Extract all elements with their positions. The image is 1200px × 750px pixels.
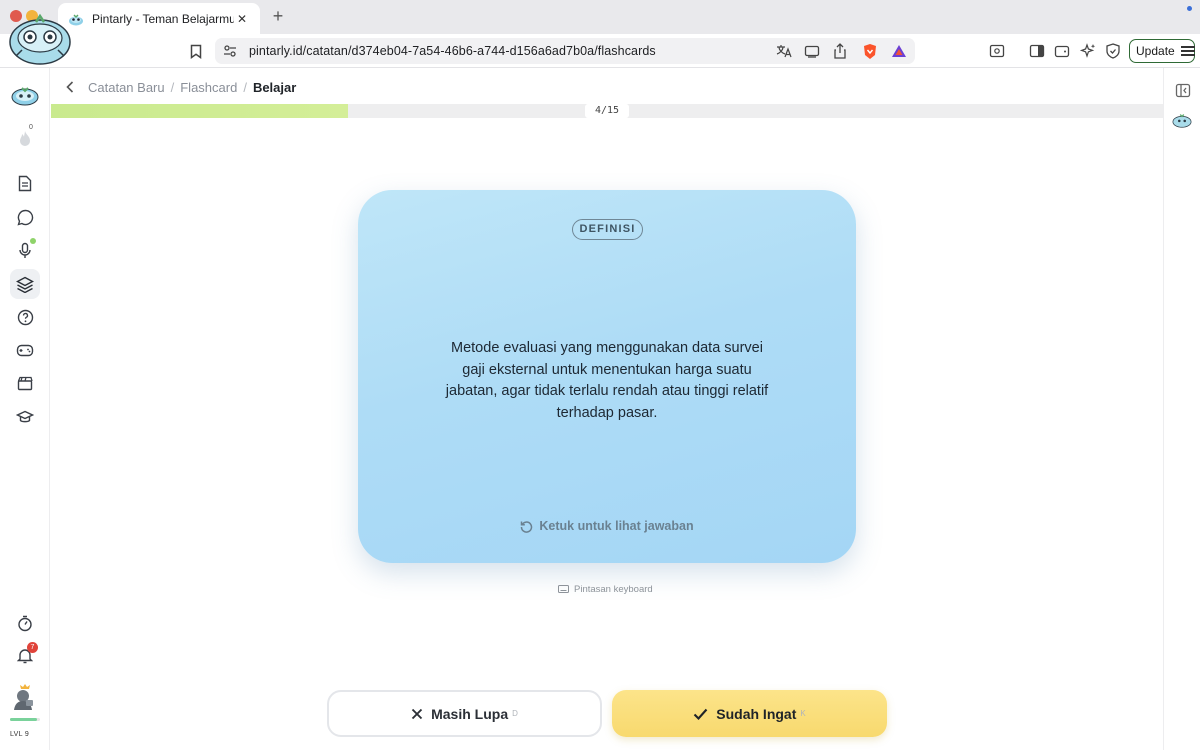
breadcrumb-separator: / bbox=[243, 79, 247, 95]
breadcrumb: Catatan Baru / Flashcard / Belajar bbox=[60, 76, 296, 98]
already-remember-label: Sudah Ingat bbox=[716, 705, 797, 722]
share-icon[interactable] bbox=[830, 41, 850, 61]
already-remember-shortcut: K bbox=[800, 709, 806, 718]
level-progress-fill bbox=[10, 718, 37, 721]
sidebar-item-quiz[interactable] bbox=[10, 302, 40, 332]
update-label: Update bbox=[1136, 44, 1175, 58]
collapse-panel-icon[interactable] bbox=[1173, 80, 1193, 100]
brave-rewards-icon[interactable] bbox=[889, 41, 909, 61]
study-progress-fill bbox=[51, 104, 348, 118]
sidebar-item-recorder[interactable] bbox=[10, 236, 40, 266]
keyboard-shortcuts-link[interactable]: Pintasan keyboard bbox=[558, 582, 653, 596]
breadcrumb-item-flashcard[interactable]: Flashcard bbox=[180, 80, 237, 95]
translate-icon[interactable] bbox=[774, 41, 794, 61]
keyboard-shortcuts-label: Pintasan keyboard bbox=[574, 583, 653, 595]
sidebar-toggle-icon[interactable] bbox=[1027, 41, 1047, 61]
update-button[interactable]: Update bbox=[1129, 39, 1195, 63]
still-forgot-button[interactable]: Masih Lupa D bbox=[327, 690, 602, 737]
game-controller-icon bbox=[16, 344, 34, 356]
study-progress-label: 4/15 bbox=[585, 104, 629, 118]
rotate-icon bbox=[521, 520, 533, 533]
right-panel bbox=[1163, 68, 1200, 750]
bookmark-icon[interactable] bbox=[186, 41, 206, 61]
sidebar-item-notes[interactable] bbox=[10, 168, 40, 198]
chat-icon bbox=[16, 209, 33, 226]
back-chevron-icon[interactable] bbox=[60, 81, 80, 93]
sidebar-profile-avatar[interactable] bbox=[10, 682, 40, 712]
assistant-mascot-icon[interactable] bbox=[1172, 110, 1192, 130]
flashcard[interactable]: DEFINISI Metode evaluasi yang menggunaka… bbox=[358, 190, 856, 563]
notes-icon bbox=[18, 175, 32, 191]
menu-icon[interactable] bbox=[1180, 46, 1195, 56]
sidebar-item-chat[interactable] bbox=[10, 202, 40, 232]
sidebar-streak[interactable]: 0 bbox=[10, 124, 40, 154]
card-definition-text: Metode evaluasi yang menggunakan data su… bbox=[445, 340, 769, 421]
check-icon bbox=[694, 708, 708, 720]
brave-shield-icon[interactable] bbox=[860, 41, 880, 61]
sidebar-item-flashcards[interactable] bbox=[10, 269, 40, 299]
sidebar-item-courses[interactable] bbox=[10, 402, 40, 432]
browser-toolbar: pintarly.id/catatan/d374eb04-7a54-46b6-a… bbox=[0, 34, 1200, 68]
browser-indicator-dot bbox=[1187, 6, 1192, 11]
already-remember-button[interactable]: Sudah Ingat K bbox=[612, 690, 887, 737]
level-label: LVL 9 bbox=[10, 731, 30, 738]
app-sidebar: 0 7 LVL 9 bbox=[0, 68, 50, 750]
help-icon bbox=[17, 309, 33, 325]
flip-hint-text: Ketuk untuk lihat jawaban bbox=[539, 519, 694, 533]
app-window: Pintarly - Teman Belajarmu ✕ + pintarly.… bbox=[0, 0, 1200, 750]
microphone-icon bbox=[19, 242, 31, 258]
wallet-icon[interactable] bbox=[1052, 41, 1072, 61]
sidebar-item-videos[interactable] bbox=[10, 368, 40, 398]
browser-tab-title: Pintarly - Teman Belajarmu bbox=[92, 11, 234, 26]
leo-ai-icon[interactable] bbox=[1078, 41, 1098, 61]
sidebar-logo[interactable] bbox=[10, 80, 40, 110]
url-text[interactable]: pintarly.id/catatan/d374eb04-7a54-46b6-a… bbox=[249, 44, 656, 58]
flip-hint: Ketuk untuk lihat jawaban bbox=[358, 519, 856, 533]
vpn-shield-icon[interactable] bbox=[1103, 41, 1123, 61]
cast-icon[interactable] bbox=[802, 41, 822, 61]
avatar-icon bbox=[14, 684, 33, 710]
breadcrumb-current: Belajar bbox=[252, 79, 297, 95]
graduation-cap-icon bbox=[16, 410, 34, 423]
still-forgot-shortcut: D bbox=[512, 709, 518, 718]
pintarly-logo-icon bbox=[11, 87, 39, 106]
still-forgot-label: Masih Lupa bbox=[431, 705, 509, 722]
new-tab-button[interactable]: + bbox=[268, 6, 288, 26]
mascot-icon bbox=[9, 10, 71, 65]
sidebar-item-notifications[interactable]: 7 bbox=[10, 640, 40, 670]
streak-flame-icon bbox=[20, 131, 30, 146]
level-progress-bar bbox=[10, 718, 40, 721]
close-icon bbox=[411, 708, 423, 719]
browser-tab-pintarly[interactable]: Pintarly - Teman Belajarmu ✕ bbox=[58, 3, 260, 34]
video-clapper-icon bbox=[17, 376, 33, 390]
tab-close-icon[interactable]: ✕ bbox=[234, 12, 250, 26]
timer-icon bbox=[18, 615, 32, 631]
flashcard-layers-icon bbox=[16, 276, 34, 293]
browser-tab-strip: Pintarly - Teman Belajarmu ✕ + bbox=[0, 0, 1200, 34]
card-type-badge: DEFINISI bbox=[572, 219, 643, 240]
streak-count: 0 bbox=[29, 124, 33, 131]
reader-mode-icon[interactable] bbox=[987, 41, 1007, 61]
breadcrumb-item-notes[interactable]: Catatan Baru bbox=[88, 80, 165, 95]
notification-count-badge: 7 bbox=[27, 642, 38, 653]
keyboard-icon bbox=[558, 585, 569, 593]
sidebar-item-timer[interactable] bbox=[10, 608, 40, 638]
sidebar-item-games[interactable] bbox=[10, 335, 40, 365]
site-settings-icon[interactable] bbox=[223, 44, 237, 58]
breadcrumb-separator: / bbox=[170, 79, 175, 95]
recorder-status-dot bbox=[30, 238, 36, 244]
